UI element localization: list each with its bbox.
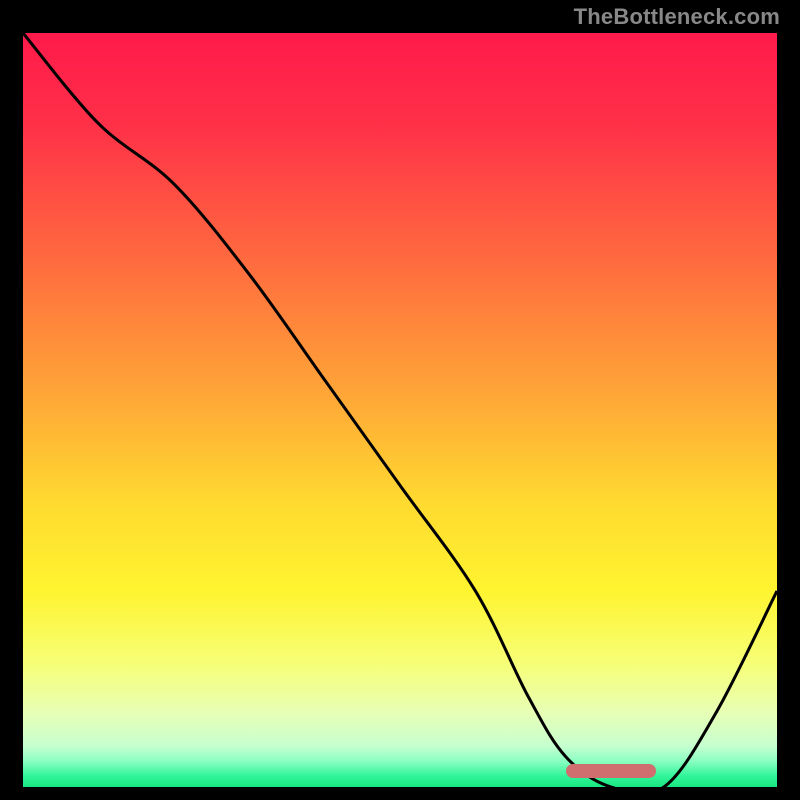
- bottleneck-curve: [23, 33, 777, 787]
- chart-frame: [20, 30, 780, 790]
- watermark-text: TheBottleneck.com: [574, 4, 780, 30]
- optimal-range-marker: [566, 764, 656, 778]
- curve-path: [23, 33, 777, 787]
